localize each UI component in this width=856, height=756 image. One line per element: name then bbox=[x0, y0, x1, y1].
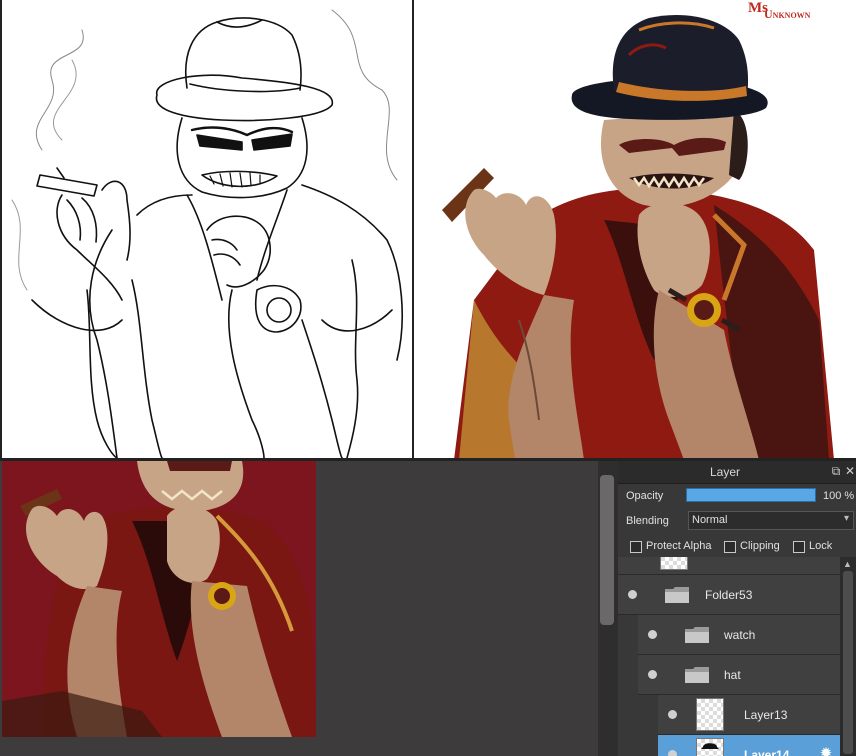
colored-artwork-panel: MsUnknown bbox=[414, 0, 856, 460]
watermark: MsUnknown bbox=[748, 0, 814, 21]
folder-icon bbox=[665, 587, 689, 603]
layer-row-folder53[interactable]: Folder53 bbox=[618, 575, 840, 615]
blending-mode-select[interactable]: Normal ▾ bbox=[688, 511, 854, 530]
canvas-scrollbar-thumb[interactable] bbox=[600, 475, 614, 625]
sketch-lineart bbox=[11, 9, 403, 459]
watermark-line2: Unknown bbox=[764, 7, 811, 21]
folder-icon bbox=[685, 627, 709, 643]
layer-thumbnail bbox=[696, 738, 724, 756]
layer-row-watch[interactable]: watch bbox=[638, 615, 840, 655]
hat-thumbnail-icon bbox=[701, 743, 719, 749]
gear-icon[interactable]: ✹ bbox=[818, 746, 834, 756]
layer-list: Folder53 watch hat Layer13 Layer14 ✹ bbox=[618, 557, 840, 756]
layer-panel-title: Layer bbox=[709, 465, 741, 479]
sketch-artwork-panel bbox=[0, 0, 414, 460]
layer-panel-titlebar[interactable]: Layer ⧉ ✕ bbox=[618, 461, 856, 484]
protect-alpha-checkbox[interactable] bbox=[630, 541, 642, 553]
layer-name: Layer14 bbox=[744, 748, 790, 756]
blending-mode-value: Normal bbox=[692, 514, 728, 526]
clipping-checkbox[interactable] bbox=[724, 541, 736, 553]
layer-list-scrollbar[interactable]: ▲ bbox=[840, 557, 856, 756]
folder-icon bbox=[685, 667, 709, 683]
colored-illustration bbox=[442, 14, 834, 460]
layer-thumbnail bbox=[696, 698, 724, 731]
layer-name: Layer13 bbox=[744, 708, 788, 722]
canvas-painting bbox=[2, 461, 316, 737]
visibility-eye-icon[interactable] bbox=[648, 630, 657, 639]
layer-row-partial[interactable] bbox=[618, 557, 840, 575]
visibility-eye-icon[interactable] bbox=[628, 590, 637, 599]
layer-row-layer14[interactable]: Layer14 ✹ bbox=[658, 735, 840, 756]
layer-row-layer13[interactable]: Layer13 bbox=[658, 695, 840, 735]
opacity-value: 100 % bbox=[823, 490, 855, 502]
blending-label: Blending bbox=[626, 515, 669, 527]
protect-alpha-label: Protect Alpha bbox=[646, 540, 712, 552]
lock-checkbox[interactable] bbox=[793, 541, 805, 553]
lock-label: Lock bbox=[809, 540, 833, 552]
layer-row-hat[interactable]: hat bbox=[638, 655, 840, 695]
close-icon[interactable]: ✕ bbox=[843, 464, 856, 478]
layer-name: hat bbox=[724, 668, 741, 682]
layer-panel: Layer ⧉ ✕ Opacity 100 % Blending Normal … bbox=[618, 461, 856, 756]
clipping-label: Clipping bbox=[740, 540, 780, 552]
layer-thumbnail bbox=[660, 557, 688, 570]
visibility-eye-icon[interactable] bbox=[668, 710, 677, 719]
visibility-eye-icon[interactable] bbox=[648, 670, 657, 679]
scroll-up-arrow-icon[interactable]: ▲ bbox=[843, 559, 852, 569]
popout-icon[interactable]: ⧉ bbox=[829, 464, 843, 478]
chevron-down-icon: ▾ bbox=[843, 513, 849, 524]
layer-name: Folder53 bbox=[705, 588, 753, 602]
layer-name: watch bbox=[724, 628, 756, 642]
layer-list-scrollbar-thumb[interactable] bbox=[843, 571, 853, 754]
visibility-eye-icon[interactable] bbox=[668, 750, 677, 756]
canvas-artwork[interactable] bbox=[2, 461, 316, 737]
opacity-label: Opacity bbox=[626, 490, 664, 502]
opacity-slider[interactable] bbox=[686, 488, 816, 502]
